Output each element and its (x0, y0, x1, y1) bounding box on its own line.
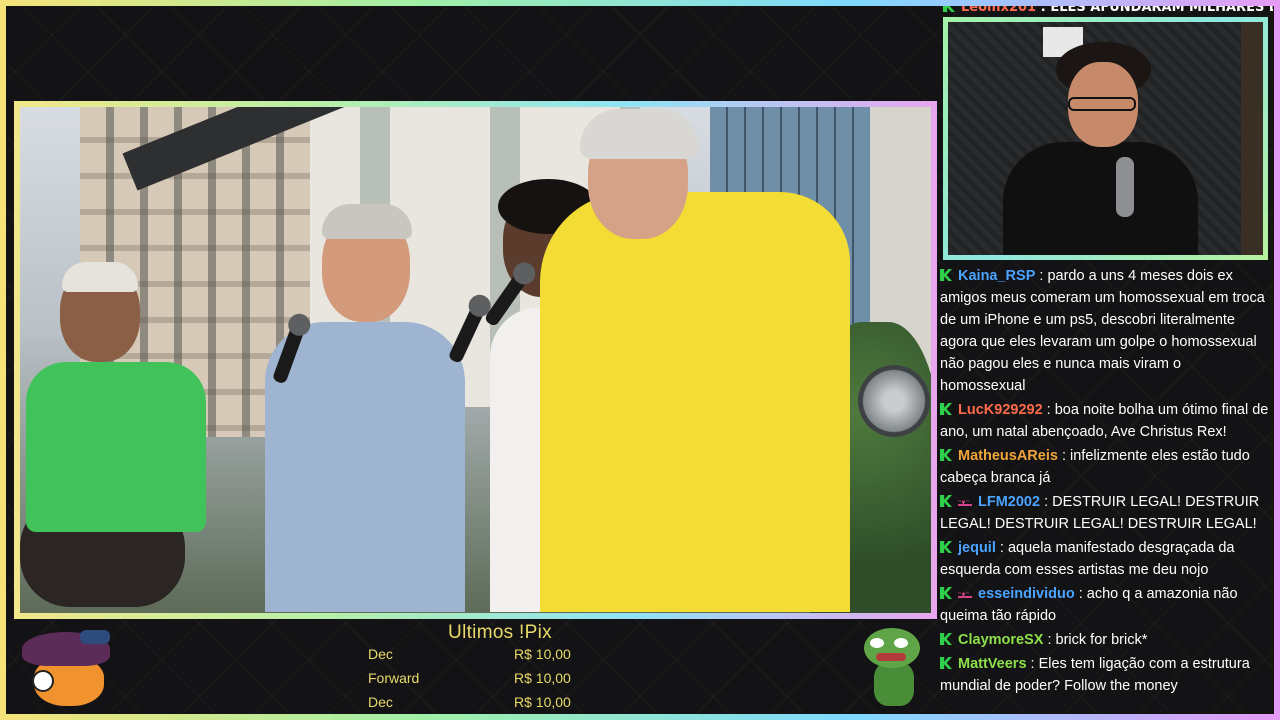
chat-text: : brick for brick* (1047, 632, 1148, 648)
subscriber-badge-icon (940, 269, 952, 281)
subscriber-badge-icon (940, 657, 952, 669)
chat-username[interactable]: ClaymoreSX (958, 632, 1043, 648)
frog-head (864, 628, 920, 668)
chat-text: : ELES AFUNDARAM MILHARES DE (1040, 0, 1273, 15)
streamer-glasses (1068, 97, 1136, 111)
pix-entry: Dec R$ 10,00 (368, 646, 588, 668)
frog-body (874, 662, 914, 706)
subscriber-badge-icon (940, 449, 952, 461)
chat-username[interactable]: jequil (958, 540, 996, 556)
pix-title: Ultimos !Pix (448, 622, 552, 643)
chat-message: MatheusAReis : infelizmente eles estão t… (940, 445, 1270, 489)
pix-donor: Forward (368, 670, 420, 686)
pix-donor: Dec (368, 694, 393, 710)
subscriber-badge-icon (943, 0, 955, 12)
subscriber-badge-icon (940, 633, 952, 645)
streamer-body (1003, 142, 1198, 255)
subscriber-badge-icon (940, 495, 952, 507)
mascot-eye (32, 670, 54, 692)
mascot-cap (80, 630, 110, 644)
frog-mouth (876, 653, 906, 661)
chat-text: : pardo a uns 4 meses dois ex amigos meu… (940, 268, 1265, 394)
webcam-feed[interactable] (948, 22, 1263, 255)
webcam-frame (943, 17, 1268, 260)
chat-username[interactable]: LucK929292 (958, 402, 1043, 418)
chat-message: ClaymoreSX : brick for brick* (940, 629, 1270, 651)
crown-badge-icon (958, 584, 972, 606)
chat-username: Leomx201 (961, 0, 1037, 15)
pix-donor: Dec (368, 646, 393, 662)
stage-fan (858, 365, 930, 437)
singer-yellow-shirt (540, 192, 850, 612)
singer-yellow-hair (580, 109, 698, 159)
chat-username[interactable]: esseindividuo (978, 586, 1075, 602)
pix-entry: Forward R$ 10,00 (368, 670, 588, 692)
pix-amount: R$ 10,00 (514, 670, 571, 686)
singer-blue-shirt (265, 322, 465, 612)
subscriber-badge-icon (940, 403, 952, 415)
main-video[interactable] (20, 107, 931, 613)
chat-message: esseindividuo : acho q a amazonia não qu… (940, 583, 1270, 627)
bookshelf (1241, 22, 1263, 255)
pix-entry: Dec R$ 10,00 (368, 694, 588, 716)
chat-message: Kaina_RSP : pardo a uns 4 meses dois ex … (940, 265, 1270, 397)
subscriber-badge-icon (940, 587, 952, 599)
frog-eye (870, 638, 884, 648)
main-video-frame (14, 101, 937, 619)
pix-amount: R$ 10,00 (514, 646, 571, 662)
chat-username[interactable]: MattVeers (958, 656, 1027, 672)
pepe-frog-icon (862, 628, 924, 710)
singer-blue-hair (322, 204, 412, 239)
singer-green-hair (62, 262, 138, 292)
singer-green-shirt (26, 362, 206, 532)
chat-message-partial: Leomx201 : ELES AFUNDARAM MILHARES DE (943, 0, 1273, 15)
chat-username[interactable]: Kaina_RSP (958, 268, 1035, 284)
chat-message: LucK929292 : boa noite bolha um ótimo fi… (940, 399, 1270, 443)
chat-username[interactable]: MatheusAReis (958, 448, 1058, 464)
chat-message: jequil : aquela manifestado desgraçada d… (940, 537, 1270, 581)
mascot-cartoon-icon (22, 630, 117, 710)
pix-amount: R$ 10,00 (514, 694, 571, 710)
chat-message: MattVeers : Eles tem ligação com a estru… (940, 653, 1270, 697)
chat-username[interactable]: LFM2002 (978, 494, 1040, 510)
chat-message: LFM2002 : DESTRUIR LEGAL! DESTRUIR LEGAL… (940, 491, 1270, 535)
streamer-microphone (1116, 157, 1134, 217)
crown-badge-icon (958, 492, 972, 514)
subscriber-badge-icon (940, 541, 952, 553)
frog-eye (894, 638, 908, 648)
chat-panel: Kaina_RSP : pardo a uns 4 meses dois ex … (940, 265, 1270, 713)
